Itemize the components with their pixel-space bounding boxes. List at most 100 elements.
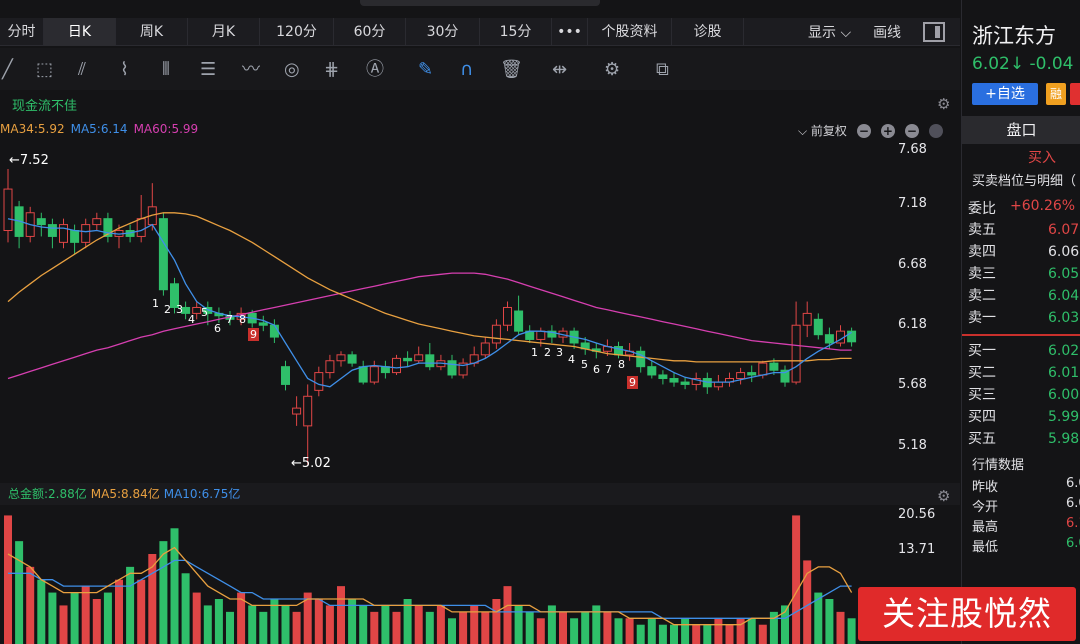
candle-body	[503, 306, 512, 326]
candle-body	[358, 366, 368, 383]
volume-bar	[181, 573, 190, 644]
adjust-dropdown[interactable]: ⌵ 前复权	[798, 122, 847, 139]
gann-tool-icon[interactable]: ⋕	[324, 58, 339, 82]
volume-bar	[92, 599, 101, 644]
candle-body	[336, 354, 346, 362]
orderbook-row[interactable]: 卖三 6.05	[962, 263, 1080, 285]
layout-toggle-icon[interactable]	[923, 22, 946, 42]
tab-6[interactable]: 30分	[406, 18, 480, 46]
orderbook-row[interactable]: 卖二 6.04	[962, 285, 1080, 307]
wave-tool-icon[interactable]: 〰	[242, 58, 260, 82]
tab-buy[interactable]: 买入	[1028, 147, 1056, 167]
volume-settings-gear-icon[interactable]: ⚙	[937, 487, 950, 505]
tab-1[interactable]: 日K	[44, 18, 116, 46]
trash-icon[interactable]: 🗑	[500, 58, 523, 82]
window-handle[interactable]	[360, 0, 600, 6]
tab-10[interactable]: 诊股	[672, 18, 744, 46]
candle-body	[59, 224, 68, 243]
orderbook-row[interactable]: 卖一 6.03	[962, 307, 1080, 329]
quote-row: 最高 6.1	[972, 516, 1080, 535]
rect-tool-icon[interactable]: ⬚	[36, 58, 53, 82]
volume-bar	[714, 618, 723, 644]
expand-tool-icon[interactable]: ⇹	[552, 58, 567, 82]
tab-9[interactable]: 个股资料	[588, 18, 672, 46]
candle	[81, 218, 91, 249]
layers-icon[interactable]: ⧉	[656, 58, 669, 82]
orderbook-row[interactable]: 卖四 6.06	[962, 241, 1080, 263]
volume-bar	[492, 599, 501, 644]
orderbook-row[interactable]: 买一 6.02	[962, 340, 1080, 362]
volume-bar	[592, 605, 601, 644]
draw-line-button[interactable]: 画线	[873, 22, 901, 42]
candle	[447, 354, 457, 379]
collapse-button[interactable]: −	[904, 123, 919, 138]
fan-tool-icon[interactable]: ⫽	[78, 58, 86, 82]
stock-name: 浙江东方	[972, 24, 1056, 48]
parallel-tool-icon[interactable]: ⦀	[162, 58, 170, 82]
tabbar-right-controls: 显示 ⌵ 画线	[808, 18, 951, 46]
volume-bar	[115, 579, 123, 644]
candle	[813, 313, 823, 340]
volume-bar	[692, 624, 701, 644]
gear-icon[interactable]: ⚙	[604, 58, 620, 82]
volume-bar	[758, 624, 767, 644]
candle	[47, 218, 57, 249]
seq-label: 2	[164, 303, 171, 316]
orderbook-row[interactable]: 买五 5.98	[962, 428, 1080, 450]
magnet-tool-icon[interactable]: ∩	[460, 58, 473, 82]
orderbook-title: 买卖档位与明细（	[972, 174, 1077, 189]
brush-tool-icon[interactable]: ✎	[418, 58, 433, 82]
tab-7[interactable]: 15分	[480, 18, 552, 46]
orderbook-row[interactable]: 卖五 6.07	[962, 219, 1080, 241]
add-watchlist-button[interactable]: +自选	[972, 83, 1038, 105]
extra-badge[interactable]	[1070, 83, 1080, 105]
tab-3[interactable]: 月K	[188, 18, 260, 46]
orderbook-row[interactable]: 买二 6.01	[962, 362, 1080, 384]
pane-settings-icon[interactable]	[928, 123, 943, 138]
orderbook-price: 6.00	[1048, 387, 1080, 403]
circle-tool-icon[interactable]: ◎	[284, 58, 300, 82]
text-tool-icon[interactable]: Ⓐ	[366, 58, 384, 82]
orderbook-level-label: 卖一	[968, 310, 996, 326]
tab-orderbook[interactable]: 盘口	[962, 116, 1080, 144]
candle-body	[736, 372, 746, 380]
candle-body	[136, 218, 146, 237]
tab-4[interactable]: 120分	[260, 18, 334, 46]
candle	[836, 325, 845, 347]
candle-body	[480, 342, 490, 356]
volume-bar	[747, 618, 756, 644]
fib-tool-icon[interactable]: ☰	[200, 58, 216, 82]
seq-label: 5	[201, 306, 208, 319]
candle	[736, 367, 746, 385]
orderbook-row[interactable]: 买四 5.99	[962, 406, 1080, 428]
candle	[147, 183, 157, 231]
seq-label: 3	[176, 303, 183, 316]
volume-bar	[514, 605, 523, 644]
zoom-in-button[interactable]: +	[880, 123, 895, 138]
candle	[59, 218, 68, 249]
volume-chart[interactable]	[0, 505, 960, 644]
tab-8[interactable]: •••	[552, 18, 588, 46]
weibi-value: +60.26%	[1010, 198, 1076, 214]
pen-tool-icon[interactable]: ⌇	[120, 58, 129, 82]
volume-bar	[281, 605, 290, 644]
volume-bar	[226, 611, 234, 644]
volume-bar	[359, 605, 368, 644]
candle	[358, 360, 368, 385]
tab-2[interactable]: 周K	[116, 18, 188, 46]
margin-badge[interactable]: 融	[1046, 83, 1066, 105]
volume-bar	[448, 618, 456, 644]
tab-5[interactable]: 60分	[334, 18, 406, 46]
candlestick-chart[interactable]	[0, 140, 960, 483]
volume-bar	[559, 611, 567, 644]
volume-bar	[337, 586, 345, 644]
display-dropdown[interactable]: 显示 ⌵	[808, 22, 851, 42]
zoom-out-button[interactable]: −	[856, 123, 871, 138]
tab-0[interactable]: 分时	[0, 18, 44, 46]
line-tool-icon[interactable]: ╱	[2, 58, 13, 82]
orderbook-row[interactable]: 买三 6.00	[962, 384, 1080, 406]
candle	[347, 351, 357, 367]
chart-settings-gear-icon[interactable]: ⚙	[937, 95, 950, 113]
volume-bar	[103, 592, 112, 644]
candle	[425, 342, 435, 371]
